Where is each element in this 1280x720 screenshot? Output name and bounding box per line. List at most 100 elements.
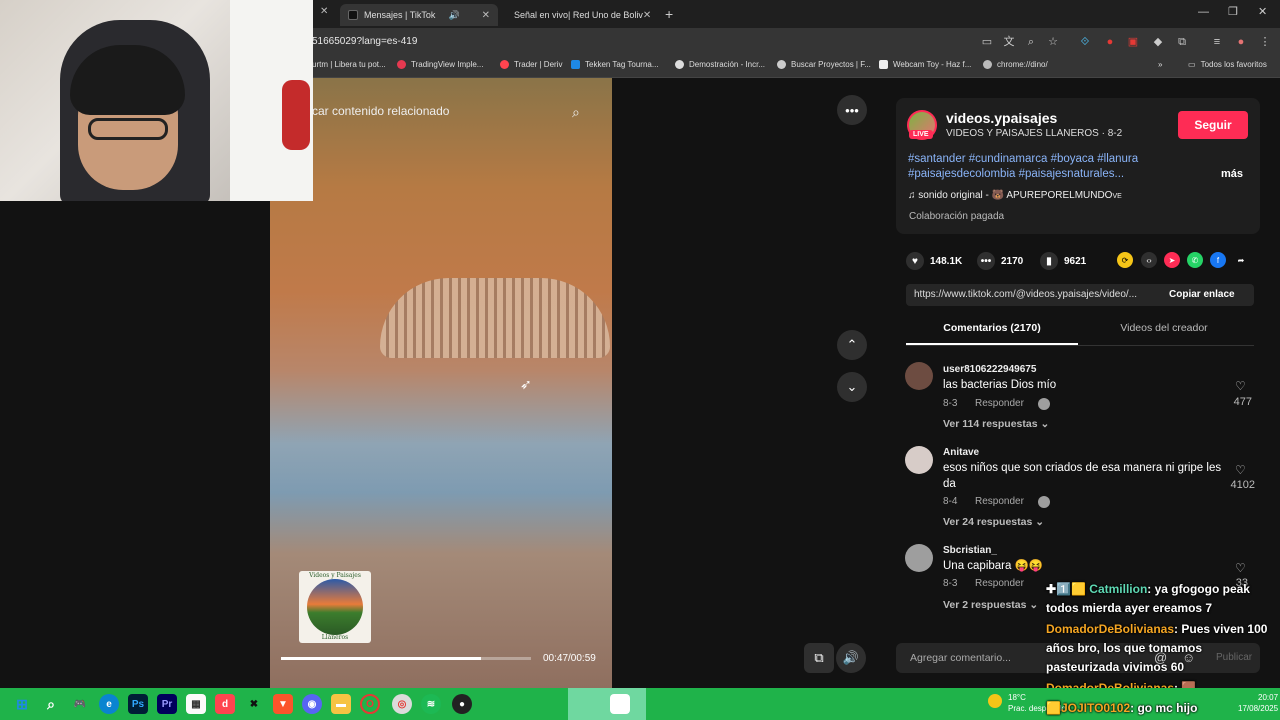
- miniplayer-icon[interactable]: ⧉: [804, 643, 834, 673]
- bookmark-item[interactable]: Buscar Proyectos | F...: [777, 60, 871, 69]
- folder-icon[interactable]: ▬: [331, 694, 351, 714]
- sound-suffix: VE: [1112, 193, 1122, 200]
- zoom-icon[interactable]: ⌕: [1024, 35, 1038, 49]
- previous-video-button[interactable]: ⌃: [837, 330, 867, 360]
- extension-icon[interactable]: ◆: [1151, 35, 1165, 49]
- comment-username[interactable]: Sbcristian_: [943, 545, 997, 556]
- bookmark-icon: ▮: [1040, 252, 1058, 270]
- search-icon[interactable]: ⌕: [572, 104, 580, 121]
- tradingview-icon: [397, 60, 406, 69]
- heart-icon[interactable]: ♡: [1235, 463, 1246, 477]
- next-video-button[interactable]: ⌄: [837, 372, 867, 402]
- bookmark-star-icon[interactable]: ☆: [1046, 35, 1060, 49]
- folder-icon: ▭: [1188, 60, 1196, 69]
- photoshop-icon[interactable]: Ps: [128, 694, 148, 714]
- related-search-input[interactable]: car contenido relacionado: [312, 104, 449, 118]
- comment-avatar[interactable]: [905, 362, 933, 390]
- search-icon[interactable]: ⌕: [41, 694, 61, 714]
- close-tab-icon[interactable]: ✕: [643, 10, 651, 21]
- premiere-icon[interactable]: Pr: [157, 694, 177, 714]
- view-replies-button[interactable]: Ver 114 respuestas ⌄: [943, 418, 1049, 430]
- bookmark-item[interactable]: urtm | Libera tu pot...: [312, 60, 386, 69]
- follow-button[interactable]: Seguir: [1178, 111, 1248, 139]
- url-field[interactable]: 51665029?lang=es-419: [312, 36, 417, 47]
- send-icon[interactable]: ➤: [1164, 252, 1180, 268]
- window-preview-icon[interactable]: [610, 694, 630, 714]
- bookmark-item[interactable]: Demostración - Incr...: [675, 60, 765, 69]
- video-hashtags[interactable]: #santander #cundinamarca #boyaca #llanur…: [908, 152, 1208, 182]
- creator-username[interactable]: videos.ypaisajes: [946, 110, 1057, 126]
- cast-icon[interactable]: ▭: [980, 35, 994, 49]
- extension-icon[interactable]: ⟐: [1078, 35, 1092, 49]
- discord-icon[interactable]: ◉: [302, 694, 322, 714]
- embed-icon[interactable]: ‹›: [1141, 252, 1157, 268]
- sound-link[interactable]: ♫ sonido original - 🐻 APUREPORELMUNDOVE: [908, 190, 1122, 201]
- facebook-icon[interactable]: f: [1210, 252, 1226, 268]
- bookmark-item[interactable]: Tekken Tag Tourna...: [571, 60, 659, 69]
- tab-red-uno[interactable]: Señal en vivo| Red Uno de Boliv ✕: [500, 4, 658, 26]
- profile-icon[interactable]: ●: [1234, 35, 1248, 49]
- share-arrow-icon[interactable]: ➦: [1233, 252, 1249, 268]
- bookmark-item[interactable]: chrome://dino/: [983, 60, 1048, 69]
- like-button[interactable]: ♥ 148.1K: [906, 252, 962, 270]
- spotify-icon[interactable]: ≋: [421, 694, 441, 714]
- close-tab-icon[interactable]: ✕: [320, 6, 328, 17]
- tab-creator-videos[interactable]: Videos del creador: [1078, 322, 1250, 334]
- system-clock[interactable]: 20:07 17/08/2025: [1238, 692, 1278, 714]
- comment-username[interactable]: Anitave: [943, 447, 979, 458]
- mouse-cursor-icon: ➶: [520, 376, 532, 392]
- capcut-icon[interactable]: ✖: [244, 694, 264, 714]
- minimize-icon[interactable]: —: [1198, 6, 1209, 18]
- brave-icon[interactable]: ▼: [273, 694, 293, 714]
- extension-icon[interactable]: ▣: [1126, 35, 1140, 49]
- obs-icon[interactable]: ●: [452, 694, 472, 714]
- bookmark-item[interactable]: Trader | Deriv: [500, 60, 562, 69]
- edge-icon[interactable]: e: [99, 694, 119, 714]
- tab-comments[interactable]: Comentarios (2170): [906, 322, 1078, 334]
- extension-icon[interactable]: ●: [1103, 35, 1117, 49]
- opera-icon[interactable]: O: [360, 694, 380, 714]
- save-button[interactable]: ▮ 9621: [1040, 252, 1086, 270]
- widgets-icon[interactable]: 🎮: [70, 694, 90, 714]
- windows-start-icon[interactable]: ⊞: [12, 694, 32, 714]
- weather-icon[interactable]: [988, 694, 1002, 708]
- translate-icon[interactable]: 文: [1002, 35, 1016, 49]
- heart-icon[interactable]: ♡: [1235, 561, 1246, 575]
- comment-date: 8-3: [943, 578, 958, 589]
- reply-button[interactable]: Responder: [975, 398, 1024, 409]
- whatsapp-icon[interactable]: ✆: [1187, 252, 1203, 268]
- tab-label: Señal en vivo| Red Uno de Boliv: [514, 10, 643, 20]
- comment-button[interactable]: ••• 2170: [977, 252, 1023, 270]
- all-bookmarks[interactable]: ▭ Todos los favoritos: [1188, 60, 1267, 69]
- comment-avatar[interactable]: [905, 446, 933, 474]
- deriv-app-icon[interactable]: d: [215, 694, 235, 714]
- audio-icon[interactable]: 🔊: [449, 10, 460, 21]
- bookmark-item[interactable]: Webcam Toy - Haz f...: [879, 60, 971, 69]
- reply-button[interactable]: Responder: [975, 496, 1024, 507]
- restore-icon[interactable]: ❐: [1228, 5, 1238, 18]
- video-progress-bar[interactable]: [281, 657, 531, 660]
- more-description-button[interactable]: más: [1221, 168, 1243, 180]
- logo-landscape: [307, 579, 363, 635]
- tab-tiktok-messages[interactable]: Mensajes | TikTok 🔊 ✕: [340, 4, 498, 26]
- repost-icon[interactable]: ⟳: [1117, 252, 1133, 268]
- reply-button[interactable]: Responder: [975, 578, 1024, 589]
- bookmark-item[interactable]: TradingView Imple...: [397, 60, 483, 69]
- menu-icon[interactable]: ⋮: [1258, 35, 1272, 49]
- close-tab-icon[interactable]: ✕: [482, 10, 490, 21]
- close-window-icon[interactable]: ✕: [1258, 5, 1267, 18]
- comment-avatar[interactable]: [905, 544, 933, 572]
- view-replies-button[interactable]: Ver 2 respuestas ⌄: [943, 599, 1038, 611]
- more-options-button[interactable]: •••: [837, 95, 867, 125]
- heart-icon[interactable]: ♡: [1235, 379, 1246, 393]
- extensions-puzzle-icon[interactable]: ⧉: [1175, 35, 1189, 49]
- new-tab-icon[interactable]: +: [665, 6, 673, 22]
- view-replies-button[interactable]: Ver 24 respuestas ⌄: [943, 516, 1044, 528]
- chrome-icon[interactable]: ◎: [392, 694, 412, 714]
- store-icon[interactable]: ▦: [186, 694, 206, 714]
- comment-username[interactable]: user8106222949675: [943, 364, 1036, 375]
- copy-link-button[interactable]: Copiar enlace: [1169, 289, 1235, 300]
- volume-icon[interactable]: 🔊: [836, 643, 866, 673]
- media-icon[interactable]: ≡: [1210, 35, 1224, 49]
- more-bookmarks-icon[interactable]: »: [1158, 60, 1162, 69]
